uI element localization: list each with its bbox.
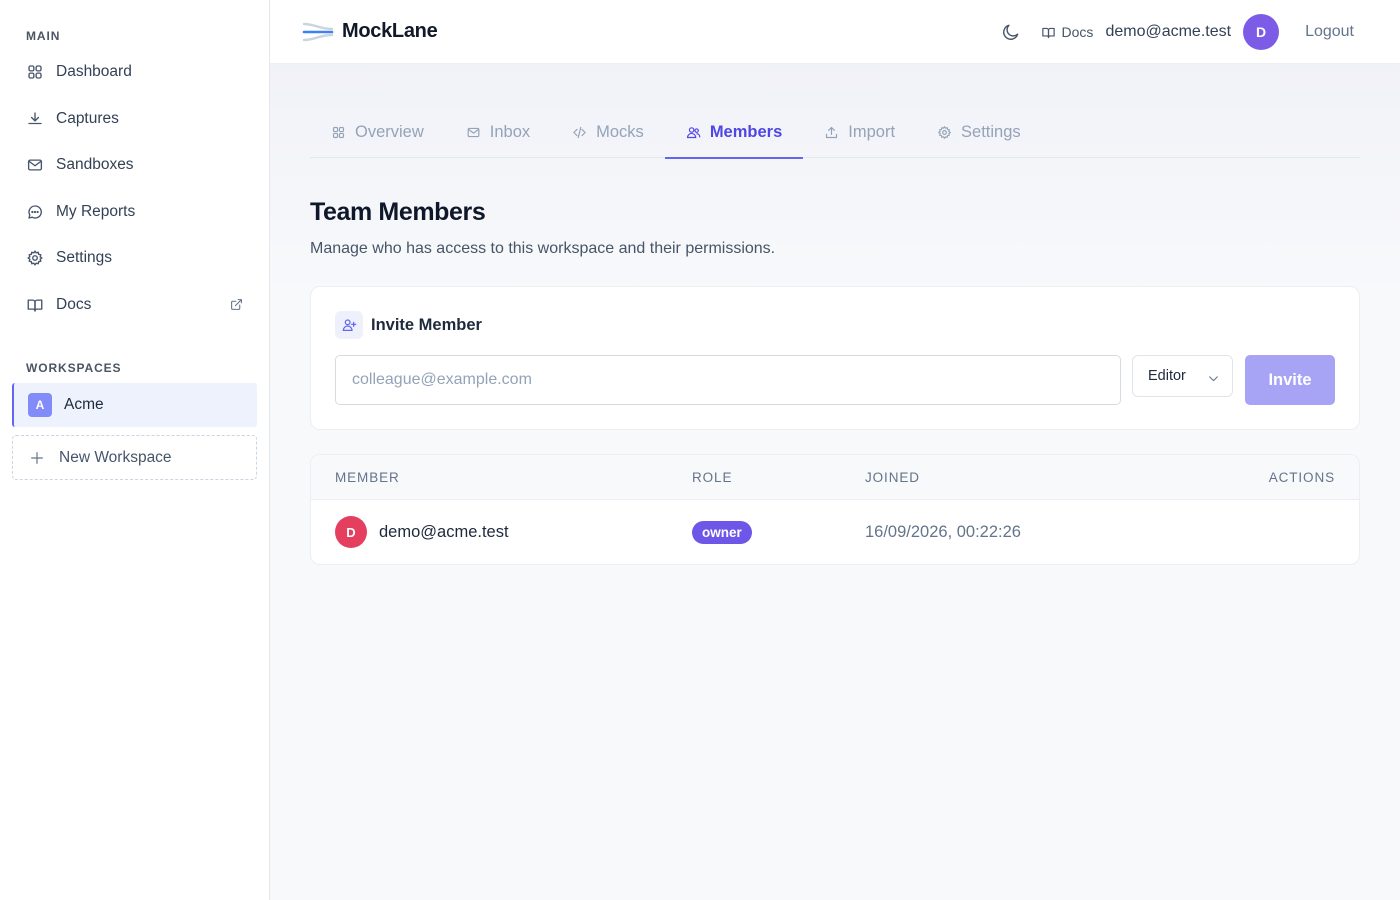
table-header: MEMBER ROLE JOINED ACTIONS <box>311 455 1359 500</box>
tab-bar: Overview Inbox Mocks Members Import Sett… <box>310 106 1360 159</box>
book-icon <box>1041 27 1055 38</box>
gear-icon <box>938 125 951 139</box>
mail-icon <box>467 127 480 137</box>
gear-icon <box>27 250 43 266</box>
chevron-down-icon <box>1209 376 1218 382</box>
main-content: Overview Inbox Mocks Members Import Sett… <box>270 64 1400 900</box>
tab-settings[interactable]: Settings <box>916 106 1042 158</box>
user-plus-icon <box>342 319 357 331</box>
dashboard-icon <box>28 65 42 79</box>
mail-icon <box>27 159 43 171</box>
tab-label: Settings <box>961 122 1021 141</box>
avatar[interactable]: D <box>1243 14 1280 50</box>
docs-label: Docs <box>1061 24 1094 40</box>
sidebar-item-dashboard[interactable]: Dashboard <box>12 49 257 96</box>
chat-icon <box>28 205 42 219</box>
moon-icon[interactable] <box>1001 22 1021 42</box>
section-label-main: MAIN <box>26 29 61 43</box>
sidebar-item-label: Sandboxes <box>56 156 134 174</box>
column-header-role: ROLE <box>692 470 733 485</box>
brand-name: MockLane <box>342 20 438 42</box>
header-actions: Docs demo@acme.test D Logout <box>1001 0 1354 64</box>
tab-label: Mocks <box>596 122 644 141</box>
sidebar-item-label: Captures <box>56 109 119 127</box>
column-header-member: MEMBER <box>335 470 400 485</box>
section-label-workspaces: WORKSPACES <box>26 361 122 375</box>
code-icon <box>573 126 586 138</box>
workspace-name: Acme <box>64 396 104 413</box>
invite-card-header: Invite Member <box>335 311 482 339</box>
role-select-value: Editor <box>1148 368 1186 384</box>
sidebar-item-label: My Reports <box>56 202 136 220</box>
tab-label: Inbox <box>489 122 531 141</box>
member-email: demo@acme.test <box>379 523 509 541</box>
invite-member-card: Invite Member Editor Invite <box>310 286 1360 430</box>
top-header: MockLane Docs demo@acme.test D Logout <box>270 0 1400 64</box>
sidebar-item-label: Settings <box>56 249 113 267</box>
tab-members[interactable]: Members <box>664 106 804 159</box>
plus-icon <box>31 451 43 464</box>
sidebar-item-my-reports[interactable]: My Reports <box>12 189 257 236</box>
sidebar: MAIN Dashboard Captures Sandboxes My Rep… <box>0 0 270 900</box>
sidebar-item-sandboxes[interactable]: Sandboxes <box>12 142 257 189</box>
tab-overview[interactable]: Overview <box>310 106 445 158</box>
tab-mocks[interactable]: Mocks <box>551 106 665 158</box>
external-link-icon <box>231 299 242 311</box>
logout-button[interactable]: Logout <box>1305 23 1354 41</box>
joined-date: 16/09/2026, 00:22:26 <box>865 523 1021 541</box>
members-table: MEMBER ROLE JOINED ACTIONS D demo@acme.t… <box>310 454 1360 565</box>
member-avatar: D <box>335 516 367 548</box>
new-workspace-button[interactable]: New Workspace <box>12 435 257 480</box>
sidebar-item-captures[interactable]: Captures <box>12 96 257 143</box>
brand-logo-icon <box>302 22 334 41</box>
sidebar-item-docs[interactable]: Docs <box>12 282 257 329</box>
invite-card-title: Invite Member <box>371 315 482 334</box>
column-header-actions: ACTIONS <box>1268 470 1335 485</box>
invite-icon-box <box>335 311 363 339</box>
invite-button[interactable]: Invite <box>1245 355 1335 405</box>
invite-email-input[interactable] <box>335 355 1121 405</box>
role-select[interactable]: Editor <box>1132 355 1233 397</box>
brand[interactable]: MockLane <box>302 19 438 45</box>
new-workspace-label: New Workspace <box>59 448 172 466</box>
user-email: demo@acme.test <box>1105 23 1232 40</box>
tab-import[interactable]: Import <box>803 106 916 158</box>
upload-icon <box>826 126 838 138</box>
tab-label: Overview <box>355 122 424 141</box>
role-badge: owner <box>692 521 752 544</box>
page-title: Team Members <box>310 198 486 226</box>
tab-inbox[interactable]: Inbox <box>445 106 551 158</box>
users-icon <box>686 126 701 138</box>
grid-icon <box>332 126 345 138</box>
workspace-avatar: A <box>28 393 52 417</box>
sidebar-item-label: Dashboard <box>56 63 132 81</box>
table-row: D demo@acme.test owner 16/09/2026, 00:22… <box>311 500 1359 564</box>
workspace-item-acme[interactable]: A Acme <box>12 383 257 427</box>
header-docs-link[interactable]: Docs <box>1041 24 1094 40</box>
tab-label: Members <box>709 122 783 141</box>
download-icon <box>28 112 42 124</box>
page-subtitle: Manage who has access to this workspace … <box>310 240 776 257</box>
sidebar-item-label: Docs <box>56 295 92 313</box>
tab-label: Import <box>848 122 896 141</box>
column-header-joined: JOINED <box>865 470 920 485</box>
sidebar-item-settings[interactable]: Settings <box>12 235 257 282</box>
book-icon <box>27 299 43 312</box>
